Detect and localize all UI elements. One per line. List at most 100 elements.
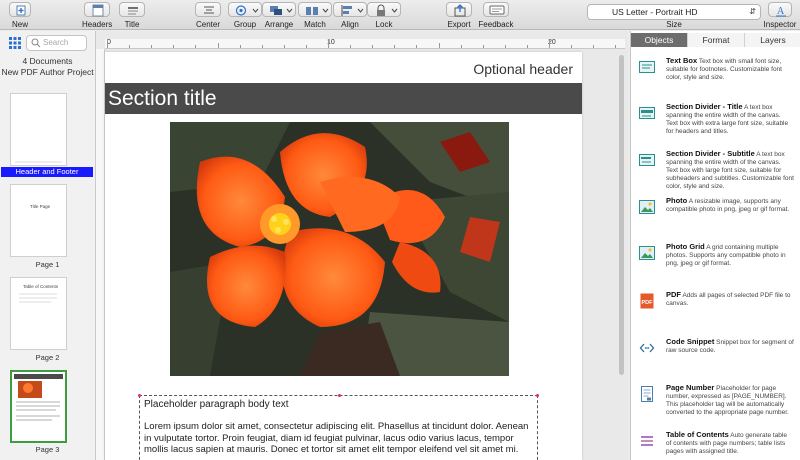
object-name: Photo Grid [666, 242, 705, 251]
object-code-snippet[interactable]: Code Snippet Snippet box for segment of … [637, 338, 797, 368]
body-text-box[interactable]: Placeholder paragraph body text Lorem ip… [138, 394, 539, 460]
object-text-box[interactable]: Text Box Text box with small font size, … [637, 57, 797, 93]
headers-button[interactable]: Headers [82, 2, 112, 30]
page-thumbnail-1[interactable]: Title Page [10, 184, 67, 257]
object-description: PDF Adds all pages of selected PDF file … [666, 290, 791, 308]
object-name: Section Divider - Title [666, 102, 743, 111]
group-label: Group [233, 20, 257, 29]
object-photo-grid[interactable]: Photo Grid A grid containing multiple ph… [637, 243, 797, 283]
search-input[interactable]: Search [26, 35, 87, 51]
object-description: Section Divider - Title A text box spann… [666, 102, 789, 136]
inspector-button[interactable]: A Inspector [762, 2, 798, 30]
horizontal-ruler: 0 10 20 [105, 39, 625, 49]
page-thumbnail-2[interactable]: Table of Contents [10, 277, 67, 350]
new-label: New [11, 20, 28, 29]
object-description: Table of Contents Auto generate table of… [666, 430, 787, 456]
lock-button[interactable]: Lock [367, 2, 401, 30]
center-button[interactable]: Center [193, 2, 223, 30]
search-icon [31, 38, 41, 53]
title-label: Title [124, 20, 140, 29]
object-description: Photo Grid A grid containing multiple ph… [666, 242, 786, 268]
section-divider-subtitle-icon [639, 152, 655, 168]
ruler-tick [283, 45, 285, 48]
document-count: 4 Documents [22, 56, 73, 66]
inspector-icon: A [768, 2, 792, 17]
vertical-ruler [96, 49, 105, 460]
new-button[interactable]: New [8, 2, 32, 30]
inspector-panel: Objects Format Layers Text Box Text box … [630, 31, 800, 460]
object-name: Code Snippet [666, 337, 715, 346]
ruler-tick [328, 39, 329, 48]
match-button[interactable]: Match [298, 2, 332, 30]
ruler-tick [350, 45, 352, 48]
feedback-button[interactable]: Feedback [478, 2, 514, 30]
ruler-tick [107, 39, 108, 48]
page-thumbnail-3[interactable] [10, 370, 67, 443]
object-description: Photo A resizable image, supports any co… [666, 196, 790, 214]
canvas-area: 0 10 20 Optional header Section title Pl… [96, 31, 628, 460]
object-name: PDF [666, 290, 681, 299]
object-section-divider-subtitle[interactable]: Section Divider - Subtitle A text box sp… [637, 150, 797, 190]
resize-handle[interactable] [338, 394, 341, 397]
ruler-tick [305, 45, 307, 48]
title-button[interactable]: Title [118, 2, 146, 30]
lock-icon [367, 2, 401, 17]
object-page-number[interactable]: Page Number Placeholder for page number,… [637, 384, 797, 424]
table-of-contents-icon [639, 433, 655, 449]
page-size-value: US Letter - Portrait HD [612, 7, 698, 17]
ruler-tick [239, 45, 241, 48]
page-caption[interactable]: Page 2 [0, 353, 95, 362]
object-photo[interactable]: Photo A resizable image, supports any co… [637, 197, 797, 231]
page-caption[interactable]: Page 3 [0, 445, 95, 454]
page-thumbnail-header-footer[interactable] [10, 93, 67, 166]
document-page[interactable]: Optional header Section title Placeholde… [105, 52, 582, 460]
inspector-tabs: Objects Format Layers [631, 33, 800, 47]
object-description: Page Number Placeholder for page number,… [666, 383, 789, 417]
page-caption-selected[interactable]: Header and Footer [1, 167, 93, 177]
photo-grid-icon [639, 245, 655, 261]
resize-handle[interactable] [536, 394, 539, 397]
title-icon [119, 2, 145, 17]
grid-view-icon[interactable] [8, 36, 22, 50]
ruler-tick [372, 45, 374, 48]
new-document-icon [9, 2, 31, 17]
pdf-icon: PDF [639, 293, 655, 309]
object-table-of-contents[interactable]: Table of Contents Auto generate table of… [637, 431, 797, 460]
ruler-tick [217, 43, 219, 48]
align-button[interactable]: Align [333, 2, 367, 30]
arrange-icon [262, 2, 296, 17]
body-text-title: Placeholder paragraph body text [144, 399, 289, 410]
match-icon [298, 2, 332, 17]
page-size-select[interactable]: US Letter - Portrait HD ⇵ [587, 4, 761, 20]
group-button[interactable]: Group [228, 2, 262, 30]
flower-photo[interactable] [170, 122, 509, 376]
search-placeholder: Search [43, 38, 69, 47]
export-label: Export [447, 20, 471, 29]
ruler-tick [571, 45, 573, 48]
ruler-tick [615, 45, 617, 48]
headers-icon [84, 2, 110, 17]
scrollbar-thumb[interactable] [619, 55, 624, 375]
ruler-tick [151, 45, 153, 48]
arrange-button[interactable]: Arrange [262, 2, 296, 30]
feedback-icon [483, 2, 509, 17]
object-pdf[interactable]: PDF PDF Adds all pages of selected PDF f… [637, 291, 797, 321]
tab-objects[interactable]: Objects [631, 33, 688, 47]
ruler-tick [394, 45, 396, 48]
ruler-tick [261, 45, 263, 48]
ruler-tick [526, 45, 528, 48]
text-box-icon [639, 59, 655, 75]
export-button[interactable]: Export [444, 2, 474, 30]
ruler-tick [438, 43, 440, 48]
tab-format[interactable]: Format [688, 33, 745, 47]
object-name: Text Box [666, 56, 698, 65]
optional-header[interactable]: Optional header [473, 61, 573, 77]
object-section-divider-title[interactable]: Section Divider - Title A text box spann… [637, 103, 797, 143]
section-divider[interactable]: Section title [105, 83, 582, 114]
tab-layers[interactable]: Layers [745, 33, 800, 47]
toolbar: New Headers Title Center Group Arrange M… [0, 0, 800, 30]
vertical-scrollbar[interactable] [618, 55, 625, 460]
resize-handle[interactable] [138, 394, 141, 397]
page-caption[interactable]: Page 1 [0, 260, 95, 269]
project-name: New PDF Author Project [1, 67, 94, 77]
